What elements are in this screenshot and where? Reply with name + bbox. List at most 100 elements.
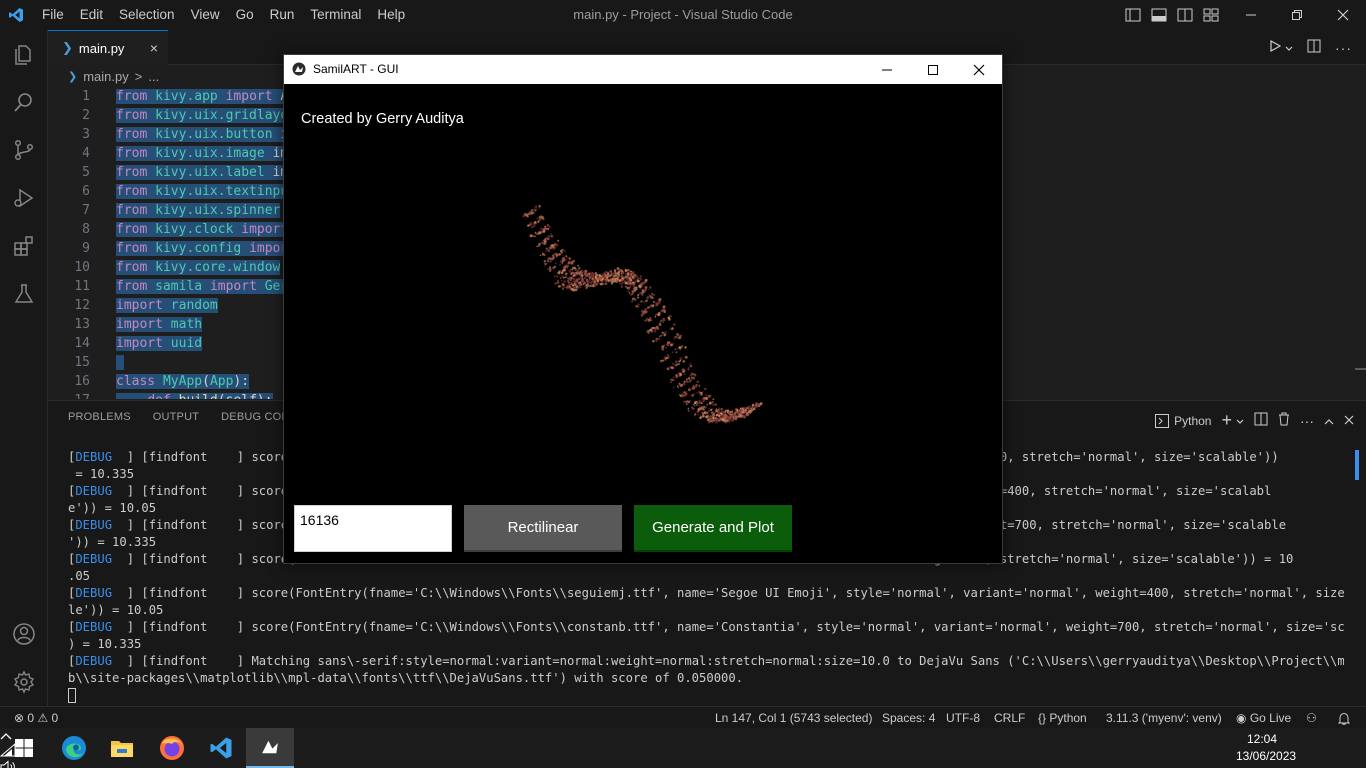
toggle-panel-icon[interactable] xyxy=(1150,6,1168,24)
minimize-icon[interactable] xyxy=(1228,0,1274,30)
problems-status[interactable]: ⊗ 0 ⚠ 0 xyxy=(14,707,58,729)
panel-tab-problems[interactable]: PROBLEMS xyxy=(68,411,131,423)
kivy-titlebar[interactable]: SamilART - GUI xyxy=(284,55,1002,84)
menu-edit[interactable]: Edit xyxy=(72,0,111,30)
chevron-down-icon[interactable] xyxy=(1236,414,1244,428)
language-mode[interactable]: {} Python xyxy=(1038,707,1087,729)
maximize-icon[interactable] xyxy=(910,55,956,84)
tab-main-py[interactable]: ❯ main.py × xyxy=(48,30,168,65)
file-explorer-icon[interactable] xyxy=(98,728,146,768)
indentation-status[interactable]: Spaces: 4 xyxy=(882,707,935,729)
code-line[interactable]: 14 import uuid xyxy=(48,334,284,353)
close-window-icon[interactable] xyxy=(1320,0,1366,30)
split-editor-icon[interactable] xyxy=(1307,39,1321,56)
code-line[interactable]: 13 import math xyxy=(48,315,284,334)
accounts-status-icon[interactable]: ⚇ xyxy=(1306,707,1317,729)
testing-icon[interactable] xyxy=(0,270,48,318)
code-editor[interactable]: 1 from kivy.app import A 2 from kivy.uix.gr… xyxy=(48,86,284,399)
code-line[interactable]: 10 from kivy.core.window xyxy=(48,258,284,277)
code-line[interactable]: 12 import random xyxy=(48,296,284,315)
edge-browser-icon[interactable] xyxy=(50,728,98,768)
restore-icon[interactable] xyxy=(1274,0,1320,30)
maximize-panel-icon[interactable] xyxy=(1324,414,1334,428)
notifications-bell-icon[interactable] xyxy=(1337,707,1351,729)
terminal-profile[interactable]: Python xyxy=(1155,413,1211,428)
line-number: 3 xyxy=(82,127,90,142)
split-terminal-icon[interactable] xyxy=(1254,412,1268,429)
terminal-scrollbar[interactable] xyxy=(1355,450,1359,480)
go-live-button[interactable]: ◉ Go Live xyxy=(1236,707,1291,729)
chevron-down-icon[interactable] xyxy=(1285,40,1293,55)
kivy-taskbar-icon[interactable] xyxy=(246,728,294,768)
line-number: 9 xyxy=(82,241,90,256)
menu-view[interactable]: View xyxy=(183,0,228,30)
close-panel-icon[interactable] xyxy=(1344,414,1354,428)
extensions-icon[interactable] xyxy=(0,222,48,270)
python-interpreter[interactable]: 3.11.3 ('myenv': venv) xyxy=(1106,707,1222,729)
customize-layout-icon[interactable] xyxy=(1202,6,1220,24)
code-text: from kivy.app import A xyxy=(116,87,284,106)
encoding-status[interactable]: UTF-8 xyxy=(946,707,980,729)
code-line[interactable]: 8 from kivy.clock import xyxy=(48,220,284,239)
menu-go[interactable]: Go xyxy=(228,0,262,30)
menu-help[interactable]: Help xyxy=(369,0,413,30)
toggle-secondary-sidebar-icon[interactable] xyxy=(1176,6,1194,24)
toggle-primary-sidebar-icon[interactable] xyxy=(1124,6,1142,24)
generate-and-plot-button[interactable]: Generate and Plot xyxy=(634,505,792,552)
firefox-icon[interactable] xyxy=(148,728,196,768)
code-line[interactable]: 11 from samila import Ger xyxy=(48,277,284,296)
menu-run[interactable]: Run xyxy=(262,0,303,30)
breadcrumb-file[interactable]: main.py xyxy=(83,69,129,84)
run-debug-icon[interactable] xyxy=(0,174,48,222)
code-line[interactable]: 15 xyxy=(48,353,284,372)
menu-file[interactable]: File xyxy=(34,0,72,30)
code-line[interactable]: 1 from kivy.app import A xyxy=(48,87,284,106)
source-control-icon[interactable] xyxy=(0,126,48,174)
close-window-icon[interactable] xyxy=(956,55,1002,84)
windows-taskbar: 12:04 13/06/2023 xyxy=(0,728,1366,768)
run-python-file-icon[interactable] xyxy=(1269,39,1282,55)
code-line[interactable]: 2 from kivy.uix.gridlayo xyxy=(48,106,284,125)
kill-terminal-icon[interactable] xyxy=(1278,412,1290,429)
more-actions-icon[interactable]: ··· xyxy=(1335,40,1352,56)
more-actions-icon[interactable]: ··· xyxy=(1300,413,1314,429)
accounts-icon[interactable] xyxy=(0,610,48,658)
line-number: 7 xyxy=(82,203,90,218)
menu-selection[interactable]: Selection xyxy=(111,0,183,30)
code-line[interactable]: 16 class MyApp(App): xyxy=(48,372,284,391)
code-line[interactable]: 5 from kivy.uix.label im xyxy=(48,163,284,182)
seed-input[interactable]: 16136 xyxy=(294,505,452,552)
taskbar-clock[interactable]: 12:04 13/06/2023 xyxy=(1236,731,1296,765)
breadcrumb-more[interactable]: ... xyxy=(148,69,159,84)
vscode-taskbar-icon[interactable] xyxy=(197,728,245,768)
code-line[interactable]: 3 from kivy.uix.button i xyxy=(48,125,284,144)
braces-icon: {} xyxy=(1038,711,1047,725)
warning-icon: ⚠ xyxy=(37,711,49,725)
minimize-icon[interactable] xyxy=(864,55,910,84)
menu-terminal[interactable]: Terminal xyxy=(302,0,369,30)
panel-tab-output[interactable]: OUTPUT xyxy=(153,411,199,423)
kivy-logo-icon xyxy=(292,62,306,76)
error-count: 0 xyxy=(27,711,35,725)
eol-status[interactable]: CRLF xyxy=(994,707,1025,729)
terminal-line: [DEBUG ] [findfont ] score(FontEntry(fna… xyxy=(68,620,1344,634)
explorer-icon[interactable] xyxy=(0,30,48,78)
terminal-cursor xyxy=(68,688,76,703)
go-live-label: Go Live xyxy=(1249,711,1292,725)
cursor-position[interactable]: Ln 147, Col 1 (5743 selected) xyxy=(715,707,872,729)
editor-scrollbar[interactable] xyxy=(1355,66,1366,399)
warning-count: 0 xyxy=(51,711,59,725)
projection-spinner[interactable]: Rectilinear xyxy=(464,505,622,552)
code-text: import uuid xyxy=(116,336,203,351)
close-tab-icon[interactable]: × xyxy=(150,40,158,56)
code-line[interactable]: 6 from kivy.uix.textinpu xyxy=(48,182,284,201)
search-icon[interactable] xyxy=(0,78,48,126)
settings-gear-icon[interactable] xyxy=(0,658,48,706)
terminal-line: [DEBUG ] [findfont ] score(FontEntry(fna… xyxy=(68,586,1344,600)
code-line[interactable]: 4 from kivy.uix.image im xyxy=(48,144,284,163)
new-terminal-icon[interactable]: + xyxy=(1221,410,1232,431)
code-line[interactable]: 17 def build(self): xyxy=(48,391,284,399)
code-line[interactable]: 7 from kivy.uix.spinner xyxy=(48,201,284,220)
code-line[interactable]: 9 from kivy.config impor xyxy=(48,239,284,258)
windows-start-icon[interactable] xyxy=(0,728,48,768)
